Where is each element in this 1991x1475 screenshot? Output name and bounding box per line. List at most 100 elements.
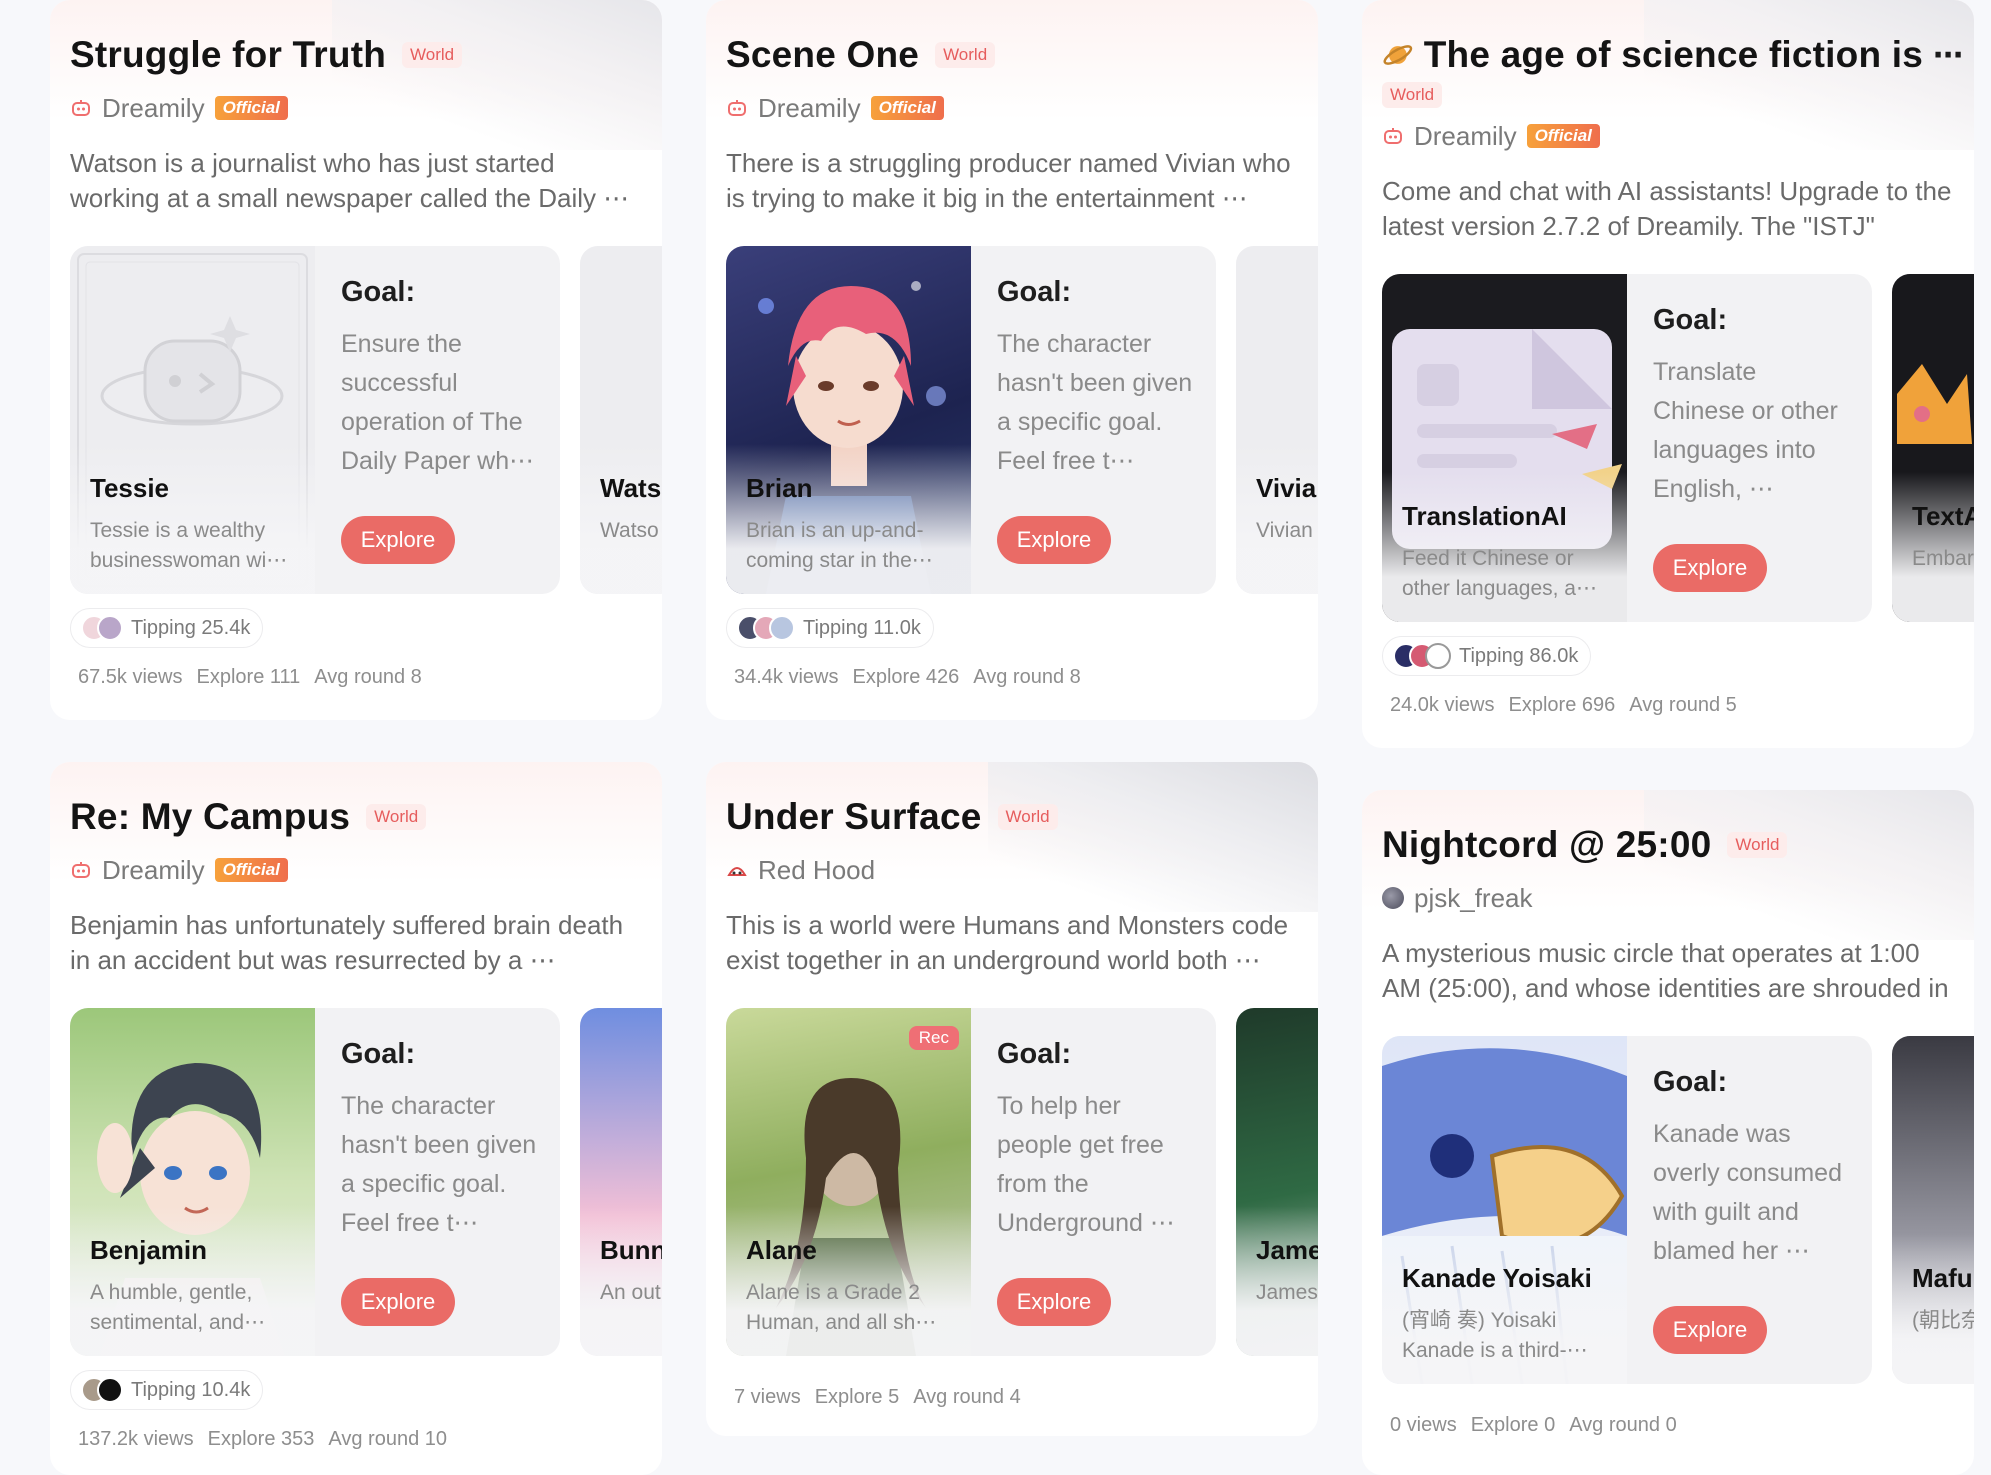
tipper-avatars	[81, 615, 123, 641]
author-row[interactable]: Dreamily Official	[726, 80, 1318, 136]
goal-label: Goal:	[341, 276, 416, 308]
goal-label: Goal:	[1653, 304, 1728, 336]
dreamily-robot-icon	[1384, 128, 1402, 144]
author-row[interactable]: Red Hood	[726, 842, 1318, 898]
character-image: Mafu (朝比奈 Asahir	[1892, 1036, 1974, 1384]
author-row[interactable]: Dreamily Official	[1382, 108, 1974, 164]
tipper-avatars	[1393, 643, 1451, 669]
author-name[interactable]: Dreamily	[1414, 121, 1517, 152]
character-name[interactable]: Wats	[600, 473, 661, 504]
character-carousel[interactable]: Kanade Yoisaki (宵崎 奏) Yoisaki Kanade is …	[1382, 1036, 1974, 1384]
world-tag: World	[935, 42, 996, 68]
character-card[interactable]: Tessie Tessie is a wealthy businesswoman…	[70, 246, 560, 594]
explore-count: Explore 353	[207, 1428, 315, 1450]
avatar-icon	[1382, 887, 1404, 909]
world-card-struggle-for-truth[interactable]: Struggle for Truth World Dreamily Offici…	[50, 0, 662, 720]
tipper-avatars	[81, 1377, 123, 1403]
character-card-next[interactable]: Jame James Huma	[1236, 1008, 1318, 1356]
explore-button[interactable]: Explore	[341, 1278, 455, 1326]
character-card[interactable]: Kanade Yoisaki (宵崎 奏) Yoisaki Kanade is …	[1382, 1036, 1872, 1384]
tipping-count: Tipping 10.4k	[131, 1378, 251, 1401]
character-image: Wats Watso at a sn	[580, 246, 662, 594]
character-card[interactable]: Rec Alane Alane is a Grade 2 Human, and …	[726, 1008, 1216, 1356]
character-card-next[interactable]: Mafu (朝比奈 Asahir	[1892, 1036, 1974, 1384]
explore-count: Explore 696	[1508, 694, 1616, 716]
more-icon[interactable]: ⋯	[1933, 38, 1964, 73]
tipping-count: Tipping 86.0k	[1459, 644, 1579, 667]
character-description: (宵崎 奏) Yoisaki Kanade is a third-⋯	[1402, 1309, 1588, 1362]
tipping-pill[interactable]: Tipping 11.0k	[726, 608, 934, 648]
character-carousel[interactable]: Brian Brian is an up-and-coming star in …	[726, 246, 1318, 594]
explore-button[interactable]: Explore	[1653, 544, 1767, 592]
author-name[interactable]: pjsk_freak	[1414, 883, 1533, 914]
avg-round: Avg round 8	[973, 666, 1081, 688]
character-name[interactable]: Tessie	[90, 473, 169, 504]
explore-button[interactable]: Explore	[341, 516, 455, 564]
character-carousel[interactable]: TranslationAI Feed it Chinese or other l…	[1382, 274, 1974, 622]
world-title[interactable]: Re: My Campus	[70, 796, 350, 838]
character-name[interactable]: Benjamin	[90, 1235, 207, 1266]
character-carousel[interactable]: Tessie Tessie is a wealthy businesswoman…	[70, 246, 662, 594]
world-tag: World	[997, 804, 1058, 830]
world-title[interactable]: The age of science fiction is	[1424, 34, 1923, 76]
character-name[interactable]: Kanade Yoisaki	[1402, 1263, 1592, 1294]
goal-text: Kanade was overly consumed with guilt an…	[1653, 1120, 1842, 1265]
official-badge: Official	[214, 858, 288, 882]
world-card-nightcord[interactable]: Nightcord @ 25:00 World pjsk_freak A mys…	[1362, 790, 1974, 1475]
character-card-next[interactable]: Vivia Vivian at the	[1236, 246, 1318, 594]
character-name[interactable]: Brian	[746, 473, 812, 504]
world-title[interactable]: Nightcord @ 25:00	[1382, 824, 1711, 866]
world-card-science-fiction[interactable]: The age of science fiction is ⋯ World Dr…	[1362, 0, 1974, 748]
author-row[interactable]: Dreamily Official	[70, 80, 662, 136]
character-description: Vivian at the	[1256, 519, 1318, 542]
character-card[interactable]: TranslationAI Feed it Chinese or other l…	[1382, 274, 1872, 622]
character-name[interactable]: Alane	[746, 1235, 817, 1266]
dreamily-robot-icon	[72, 100, 90, 116]
rec-badge: Rec	[908, 1026, 959, 1050]
character-card-next[interactable]: Bunn An out lovely	[580, 1008, 662, 1356]
character-carousel[interactable]: Benjamin A humble, gentle, sentimental, …	[70, 1008, 662, 1356]
tipping-count: Tipping 25.4k	[131, 616, 251, 639]
character-card-next[interactable]: Wats Watso at a sn	[580, 246, 662, 594]
author-name[interactable]: Dreamily	[102, 855, 205, 886]
world-title[interactable]: Scene One	[726, 34, 919, 76]
author-row[interactable]: pjsk_freak	[1382, 870, 1974, 926]
avg-round: Avg round 5	[1629, 694, 1737, 716]
world-description: A mysterious music circle that operates …	[1382, 938, 1949, 1003]
author-row[interactable]: Dreamily Official	[70, 842, 662, 898]
tipping-pill[interactable]: Tipping 10.4k	[70, 1370, 264, 1410]
explore-button[interactable]: Explore	[1653, 1306, 1767, 1354]
character-name[interactable]: TextA	[1912, 501, 1974, 532]
character-card[interactable]: Brian Brian is an up-and-coming star in …	[726, 246, 1216, 594]
world-title[interactable]: Struggle for Truth	[70, 34, 386, 76]
world-card-under-surface[interactable]: Under Surface World Red Hood This is a w…	[706, 762, 1318, 1436]
character-name[interactable]: Vivia	[1256, 473, 1316, 504]
world-title[interactable]: Under Surface	[726, 796, 982, 838]
world-card-re-my-campus[interactable]: Re: My Campus World Dreamily Official Be…	[50, 762, 662, 1475]
official-badge: Official	[870, 96, 944, 120]
explore-count: Explore 426	[852, 666, 960, 688]
character-name[interactable]: TranslationAI	[1402, 501, 1567, 532]
dreamily-robot-icon	[728, 100, 746, 116]
goal-section: Goal: The character hasn't been given a …	[971, 246, 1216, 594]
author-name[interactable]: Dreamily	[758, 93, 861, 124]
character-name[interactable]: Bunn	[600, 1235, 662, 1266]
character-name[interactable]: Jame	[1256, 1235, 1318, 1266]
avg-round: Avg round 8	[314, 666, 422, 688]
character-carousel[interactable]: Rec Alane Alane is a Grade 2 Human, and …	[726, 1008, 1318, 1356]
tipping-pill[interactable]: Tipping 86.0k	[1382, 636, 1592, 676]
avg-round: Avg round 10	[328, 1428, 447, 1450]
author-name[interactable]: Dreamily	[102, 93, 205, 124]
explore-button[interactable]: Explore	[997, 1278, 1111, 1326]
world-description: Benjamin has unfortunately suffered brai…	[70, 910, 624, 975]
explore-button[interactable]: Explore	[997, 516, 1111, 564]
avg-round: Avg round 0	[1569, 1414, 1677, 1436]
character-card[interactable]: Benjamin A humble, gentle, sentimental, …	[70, 1008, 560, 1356]
official-badge: Official	[214, 96, 288, 120]
author-name[interactable]: Red Hood	[758, 855, 875, 886]
character-name[interactable]: Mafu	[1912, 1263, 1973, 1294]
character-card-next[interactable]: TextA Embar quest	[1892, 274, 1974, 622]
character-description: Embar quest	[1912, 547, 1974, 570]
tipping-pill[interactable]: Tipping 25.4k	[70, 608, 264, 648]
world-card-scene-one[interactable]: Scene One World Dreamily Official There …	[706, 0, 1318, 720]
